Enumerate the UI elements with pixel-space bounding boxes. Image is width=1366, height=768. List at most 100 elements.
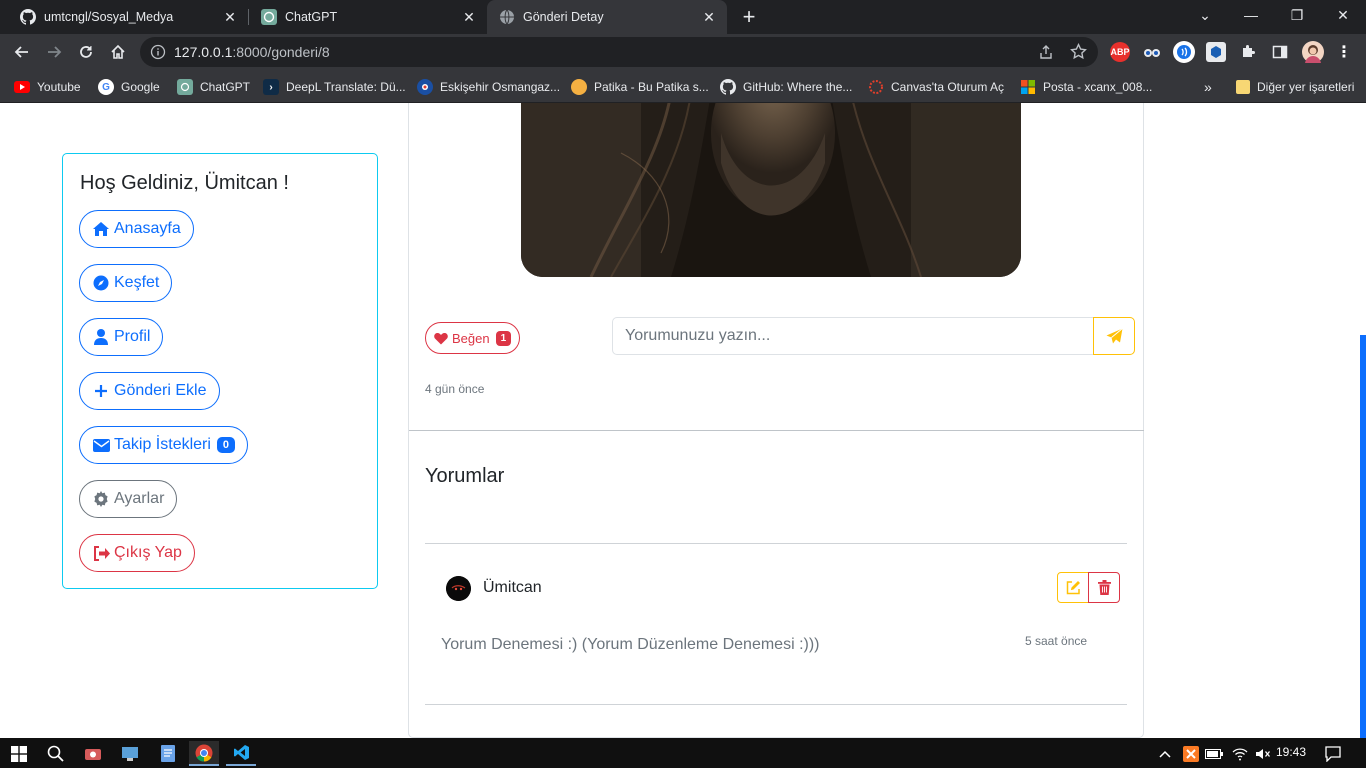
bookmark-item[interactable]: › DeepL Translate: Dü...: [263, 76, 406, 98]
puzzle-icon[interactable]: [1238, 42, 1258, 62]
github-icon: [720, 79, 736, 95]
chrome-taskbar-icon[interactable]: [189, 741, 219, 766]
restore-icon[interactable]: ❐: [1274, 0, 1320, 30]
post-timestamp: 4 gün önce: [425, 382, 485, 396]
profile-avatar-icon[interactable]: [1302, 41, 1324, 63]
post-image: [521, 103, 1021, 277]
home-browser-icon[interactable]: [104, 38, 132, 66]
send-comment-button[interactable]: [1093, 317, 1135, 355]
app-icon[interactable]: [78, 741, 108, 766]
globe-icon: [499, 9, 515, 25]
search-icon[interactable]: [40, 741, 70, 766]
minimize-icon[interactable]: —: [1228, 0, 1274, 30]
back-icon[interactable]: [8, 38, 36, 66]
microsoft-icon: [1020, 79, 1036, 95]
divider: [425, 704, 1127, 705]
bookmark-item[interactable]: Eskişehir Osmangaz...: [417, 76, 560, 98]
scrollbar-track[interactable]: [1360, 103, 1366, 738]
like-count-badge: 1: [495, 330, 512, 346]
extension-icon[interactable]: [1142, 42, 1162, 62]
bookmark-item[interactable]: GitHub: Where the...: [720, 76, 852, 98]
home-icon: [92, 220, 110, 238]
reload-icon[interactable]: [72, 38, 100, 66]
page-content: Hoş Geldiniz, Ümitcan ! Anasayfa Keşfet …: [0, 103, 1366, 738]
divider: [425, 543, 1127, 544]
sidebar-item-follow-requests[interactable]: Takip İstekleri 0: [79, 426, 249, 464]
sidebar-item-home[interactable]: Anasayfa: [79, 210, 194, 248]
volume-muted-icon[interactable]: [1248, 741, 1278, 766]
heart-icon: [434, 332, 448, 345]
bookmark-item[interactable]: Youtube: [14, 76, 81, 98]
forward-icon[interactable]: [40, 38, 68, 66]
edit-comment-button[interactable]: [1057, 572, 1089, 603]
comment-timestamp: 5 saat önce: [1025, 634, 1088, 648]
close-tab-icon[interactable]: ✕: [222, 9, 238, 25]
scrollbar-thumb[interactable]: [1360, 335, 1366, 738]
close-window-icon[interactable]: ✕: [1320, 0, 1366, 30]
canvas-icon: [868, 79, 884, 95]
bookmark-item[interactable]: Canvas'ta Oturum Aç: [868, 76, 1004, 98]
notes-app-icon[interactable]: [153, 741, 183, 766]
extension-icon[interactable]: [1173, 41, 1195, 63]
comment-input[interactable]: [612, 317, 1094, 355]
tab-title: ChatGPT: [285, 10, 338, 24]
windows-start-icon[interactable]: [4, 741, 34, 766]
bookmark-item[interactable]: ChatGPT: [177, 76, 250, 98]
address-bar[interactable]: 127.0.0.1:8000/gonderi/8: [140, 37, 1098, 67]
patika-icon: [571, 79, 587, 95]
browser-tab[interactable]: umtcngl/Sosyal_Medya ✕: [8, 0, 248, 34]
close-tab-icon[interactable]: ✕: [701, 9, 717, 25]
delete-comment-button[interactable]: [1088, 572, 1120, 603]
user-icon: [92, 328, 110, 346]
other-bookmarks-folder[interactable]: Diğer yer işaretleri: [1236, 76, 1354, 98]
adblock-icon[interactable]: ABP: [1110, 42, 1130, 62]
compass-icon: [92, 274, 110, 292]
comment-author[interactable]: Ümitcan: [483, 579, 542, 597]
bookmarks-overflow-button[interactable]: »: [1204, 76, 1212, 98]
sidebar-item-profile[interactable]: Profil: [79, 318, 164, 356]
info-icon[interactable]: [150, 44, 166, 60]
bookmark-item[interactable]: G Google: [98, 76, 160, 98]
browser-toolbar: 127.0.0.1:8000/gonderi/8 ABP ⋮: [0, 34, 1366, 70]
sidebar-item-add-post[interactable]: Gönderi Ekle: [79, 372, 220, 410]
close-tab-icon[interactable]: ✕: [461, 9, 477, 25]
share-icon[interactable]: [1038, 44, 1054, 65]
bookmark-item[interactable]: Posta - xcanx_008...: [1020, 76, 1152, 98]
new-tab-button[interactable]: +: [738, 6, 760, 28]
browser-tab-active[interactable]: Gönderi Detay ✕: [487, 0, 727, 34]
tab-search-icon[interactable]: ⌄: [1182, 0, 1228, 30]
divider: [409, 430, 1144, 431]
vscode-taskbar-icon[interactable]: [226, 741, 256, 766]
sidebar-item-logout[interactable]: Çıkış Yap: [79, 534, 195, 572]
tab-title: Gönderi Detay: [523, 10, 604, 24]
windows-taskbar: 19:43: [0, 738, 1366, 768]
plus-icon: [92, 382, 110, 400]
post-card: Beğen 1 4 gün önce Yorumlar Ümitcan Yoru…: [408, 103, 1144, 738]
app-icon[interactable]: [115, 741, 145, 766]
browser-tab-strip: umtcngl/Sosyal_Medya ✕ ChatGPT ✕ Gönderi…: [0, 0, 1366, 34]
bookmark-star-icon[interactable]: [1070, 42, 1087, 65]
taskbar-clock[interactable]: 19:43: [1276, 745, 1306, 759]
like-button[interactable]: Beğen 1: [425, 322, 521, 354]
menu-dots-icon[interactable]: ⋮: [1334, 42, 1354, 62]
paper-plane-icon: [1106, 327, 1123, 345]
sidebar-item-settings[interactable]: Ayarlar: [79, 480, 178, 518]
notification-icon[interactable]: [1318, 741, 1348, 766]
youtube-icon: [14, 81, 30, 93]
sign-out-icon: [92, 544, 110, 562]
browser-tab[interactable]: ChatGPT ✕: [249, 0, 487, 34]
sidepanel-icon[interactable]: [1270, 42, 1290, 62]
chatgpt-icon: [261, 9, 277, 25]
trash-icon: [1097, 580, 1111, 595]
gear-icon: [92, 490, 110, 508]
extension-icon[interactable]: [1206, 42, 1226, 62]
google-icon: G: [98, 79, 114, 95]
avatar[interactable]: [446, 576, 471, 601]
bookmark-item[interactable]: Patika - Bu Patika s...: [571, 76, 709, 98]
chatgpt-icon: [177, 79, 193, 95]
sidebar-item-explore[interactable]: Keşfet: [79, 264, 173, 302]
tab-title: umtcngl/Sosyal_Medya: [44, 10, 174, 24]
envelope-icon: [92, 436, 110, 454]
comment-text: Yorum Denemesi :) (Yorum Düzenleme Denem…: [441, 636, 820, 653]
deepl-icon: ›: [263, 79, 279, 95]
